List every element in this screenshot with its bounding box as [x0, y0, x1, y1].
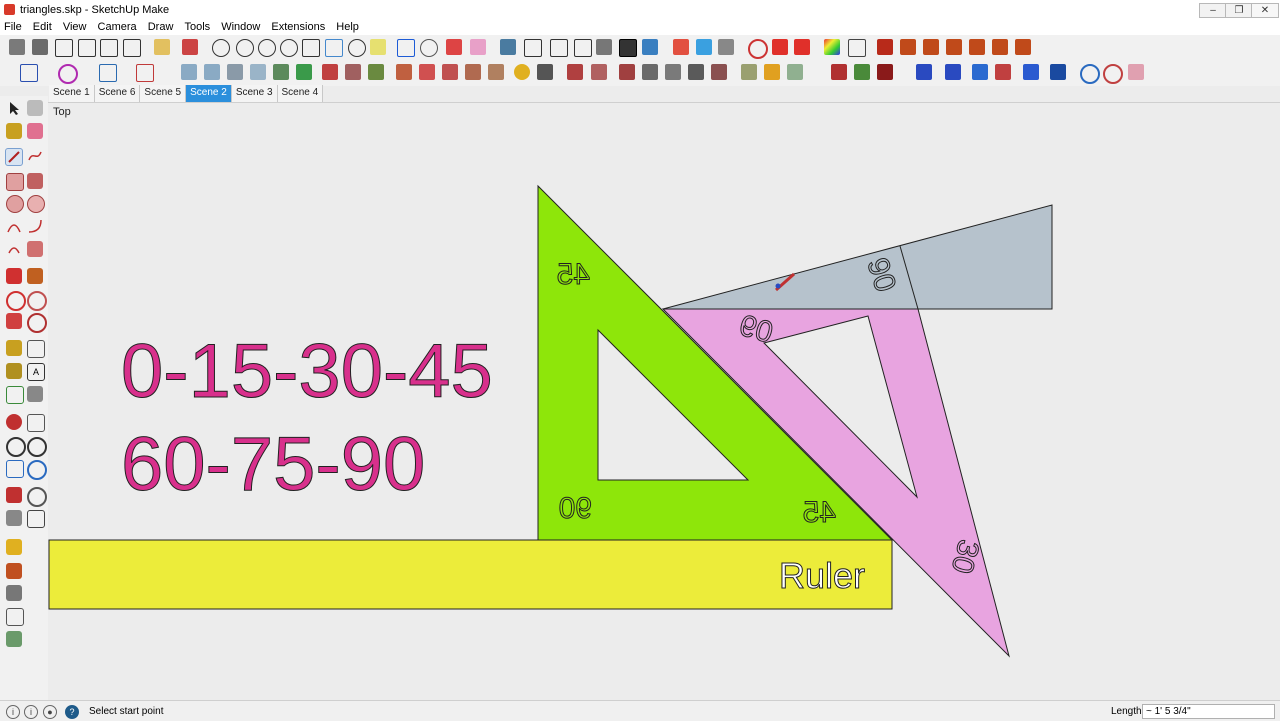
geo-location-icon[interactable]: i — [6, 705, 20, 719]
green-label-45-bottom: 45 — [803, 496, 836, 529]
status-bar: i i ● ? Select start point Length ~ 1' 5… — [0, 700, 1280, 721]
green-label-45-top: 45 — [557, 258, 590, 291]
credits-icon[interactable]: i — [24, 705, 38, 719]
status-message: Select start point — [89, 706, 164, 717]
ruler-label: Ruler — [779, 555, 865, 596]
model-drawing: Ruler 45 90 45 60 30 90 0-15-30-45 60-75… — [48, 184, 1053, 658]
green-set-square[interactable] — [537, 184, 894, 541]
angles-line-1: 0-15-30-45 — [121, 329, 493, 414]
measurements-input[interactable]: ~ 1' 5 3/4" — [1142, 704, 1275, 719]
angles-line-2: 60-75-90 — [121, 422, 425, 507]
measurements-label: Length — [1111, 706, 1142, 717]
ruler[interactable] — [48, 539, 893, 610]
help-icon[interactable]: ? — [65, 705, 79, 719]
user-account-icon[interactable]: ● — [43, 705, 57, 719]
green-label-90: 90 — [559, 492, 592, 525]
gray-set-square[interactable] — [662, 204, 1053, 310]
